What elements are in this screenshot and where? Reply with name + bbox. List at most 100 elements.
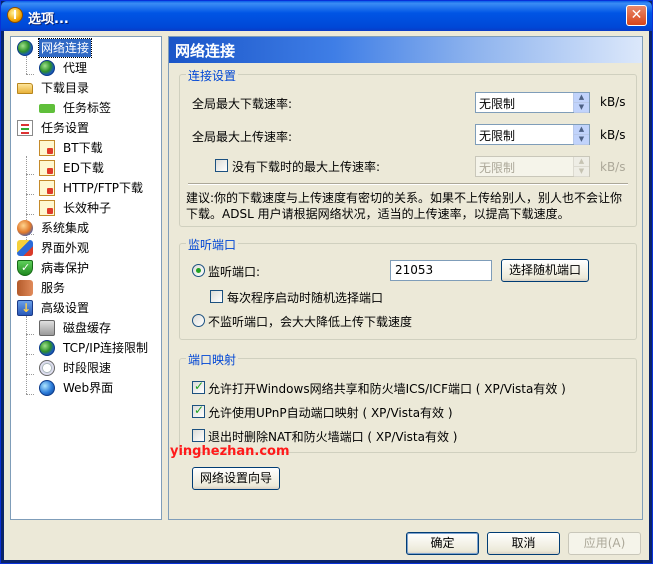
listen-port-group: 监听端口 监听端口: 21053 选择随机端口 每次程序启动时随机选择端口 不监… [179, 236, 637, 340]
window-title: 选项... [28, 12, 69, 27]
spin-up-icon[interactable]: ▲ [574, 125, 589, 135]
upload-unit: kB/s [600, 128, 626, 142]
no-listen-radio[interactable] [192, 314, 205, 327]
remove-ports-checkbox[interactable] [192, 429, 205, 442]
ics-label: 允许打开Windows网络共享和防火墙ICS/ICF端口 ( XP/Vista有… [208, 382, 566, 396]
tree-item-label: 长效种子 [63, 201, 112, 215]
max-upload-label: 全局最大上传速率: [192, 130, 293, 144]
spin-down-icon[interactable]: ▼ [574, 135, 589, 145]
tree-item-label: 任务标签 [63, 101, 112, 115]
idle-upload-checkbox[interactable] [215, 159, 228, 172]
tree-item-label: TCP/IP连接限制 [63, 341, 149, 355]
tree-item-label: 病毒保护 [41, 261, 90, 275]
max-download-value: 无限制 [479, 97, 516, 111]
people-icon [17, 220, 33, 236]
panel-banner: 网络连接 [169, 37, 642, 63]
web-globe-icon [39, 380, 55, 396]
dialog-body: 网络连接 代理 下载目录 任务标签 任务设置 BT下载 ED下载 HTTP/FT… [4, 31, 649, 560]
listen-port-radio[interactable] [192, 264, 205, 277]
folder-icon [17, 83, 33, 94]
tree-line [26, 334, 34, 335]
paint-icon [17, 240, 33, 256]
max-download-label: 全局最大下载速率: [192, 97, 293, 111]
tree-item-label: 网络连接 [37, 38, 93, 58]
proxy-globe-icon [39, 60, 55, 76]
close-button[interactable]: ✕ [626, 5, 647, 26]
advice-text-line1: 建议:你的下载速度与上传速度有密切的关系。如果不上传给别人，别人也不会让你 [186, 191, 623, 205]
connection-settings-group: 连接设置 全局最大下载速率: 无限制 ▲ ▼ kB/s 全局最大上传速率: 无限制… [179, 67, 637, 227]
tree-item-label: 界面外观 [41, 241, 90, 255]
seed-note-icon [39, 200, 55, 216]
tree-item-label: 代理 [63, 61, 88, 75]
tree-line [26, 74, 34, 75]
tree-item-label: Web界面 [63, 381, 114, 395]
group-title: 连接设置 [186, 67, 239, 84]
tree-item-label: 高级设置 [41, 301, 90, 315]
download-unit: kB/s [600, 95, 626, 109]
group-title: 监听端口 [186, 236, 239, 253]
random-on-start-checkbox[interactable] [210, 290, 223, 303]
max-download-spinbox[interactable]: 无限制 ▲ ▼ [475, 92, 590, 113]
cancel-button[interactable]: 取消 [487, 532, 560, 555]
tree-item-label: 下载目录 [41, 81, 90, 95]
max-upload-spinbox[interactable]: 无限制 ▲ ▼ [475, 124, 590, 145]
tree-item-label: 任务设置 [41, 121, 90, 135]
upnp-checkbox[interactable] [192, 403, 205, 418]
bt-note-icon [39, 140, 55, 156]
upnp-label: 允许使用UPnP自动端口映射 ( XP/Vista有效 ) [208, 406, 453, 420]
options-window: 选项... ✕ 网络连接 代理 下载目录 任务标签 任务设置 BT下载 ED下载… [0, 0, 653, 564]
tree-line [26, 354, 34, 355]
network-wizard-button[interactable]: 网络设置向导 [192, 467, 280, 490]
tree-line [26, 174, 34, 175]
tree-line [26, 214, 34, 215]
tree-line [26, 374, 34, 375]
port-value: 21053 [395, 263, 434, 277]
clipboard-icon [17, 120, 33, 136]
idle-upload-label: 没有下载时的最大上传速率: [232, 160, 381, 174]
spin-down-icon[interactable]: ▼ [574, 103, 589, 113]
ics-checkbox[interactable] [192, 379, 205, 394]
random-port-button[interactable]: 选择随机端口 [501, 259, 589, 282]
advanced-gear-icon [17, 299, 33, 317]
no-listen-label: 不监听端口，会大大降低上传下载速度 [208, 315, 413, 329]
divider [188, 183, 628, 185]
random-on-start-label: 每次程序启动时随机选择端口 [227, 291, 384, 305]
port-input[interactable]: 21053 [390, 260, 492, 281]
idle-upload-unit: kB/s [600, 160, 626, 174]
tag-icon [39, 104, 55, 113]
spin-up-icon: ▲ [574, 157, 589, 167]
tree-line [26, 316, 27, 394]
shield-icon [17, 259, 33, 277]
spin-down-icon: ▼ [574, 167, 589, 177]
ed-note-icon [39, 160, 55, 176]
port-mapping-group: 端口映射 允许打开Windows网络共享和防火墙ICS/ICF端口 ( XP/V… [179, 351, 637, 453]
ok-button[interactable]: 确定 [406, 532, 479, 555]
tree-item-label: 系统集成 [41, 221, 90, 235]
close-icon: ✕ [630, 7, 643, 23]
disk-icon [39, 320, 55, 336]
tree-item-label: HTTP/FTP下载 [63, 181, 144, 195]
title-bar[interactable]: 选项... ✕ [1, 1, 652, 31]
tree-item-label: ED下载 [63, 161, 104, 175]
settings-tree[interactable]: 网络连接 代理 下载目录 任务标签 任务设置 BT下载 ED下载 HTTP/FT… [10, 36, 162, 520]
tree-item-label: 服务 [41, 281, 66, 295]
tree-line [26, 394, 34, 395]
spin-up-icon[interactable]: ▲ [574, 93, 589, 103]
max-upload-value: 无限制 [479, 129, 516, 143]
http-note-icon [39, 180, 55, 196]
tree-item-label: BT下载 [63, 141, 103, 155]
watermark: yinghezhan.com [170, 444, 290, 459]
apply-button: 应用(A) [568, 532, 641, 555]
tree-line [26, 194, 34, 195]
idle-upload-spinbox: 无限制 ▲ ▼ [475, 156, 590, 177]
tree-item-label: 磁盘缓存 [63, 321, 112, 335]
app-icon [7, 7, 23, 23]
listen-port-label: 监听端口: [208, 265, 261, 279]
tree-line [26, 56, 27, 74]
tree-item-label: 时段限速 [63, 361, 112, 375]
idle-upload-value: 无限制 [479, 161, 516, 175]
service-icon [17, 280, 33, 296]
network-globe-icon [17, 40, 33, 56]
clock-icon [39, 360, 55, 376]
advice-text-line2: 下载。ADSL 用户请根据网络状况，适当的上传速率，以提高下载速度。 [186, 207, 570, 221]
